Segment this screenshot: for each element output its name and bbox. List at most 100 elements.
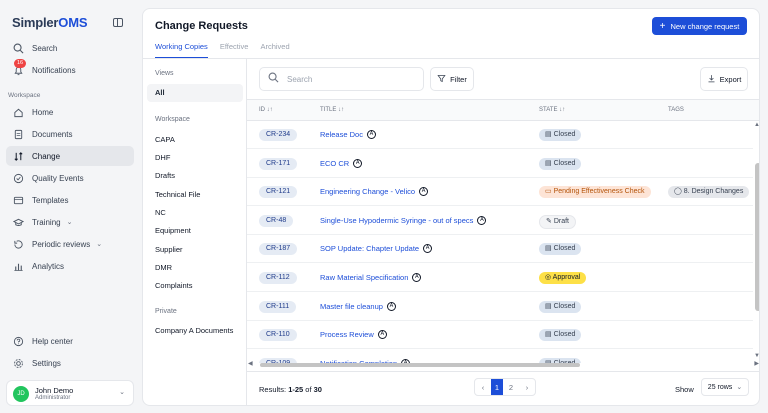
table-area: Search Filter Export ID ↓↑ TITLE ↓↑ STAT… [247, 59, 759, 405]
views-heading: Views [155, 70, 174, 77]
row-id-badge[interactable]: CR-121 [259, 186, 298, 199]
state-icon: ▤ [545, 159, 552, 167]
view-item-all[interactable]: All [147, 84, 243, 102]
scroll-up-arrow[interactable]: ▲ [754, 122, 759, 128]
sidebar-item-label: Documents [32, 129, 73, 139]
table-row[interactable]: CR-48 Single-Use Hypodermic Syringe - out… [247, 207, 753, 235]
page-1-button[interactable]: 1 [491, 379, 503, 395]
horizontal-scrollbar[interactable] [260, 363, 580, 367]
download-icon [707, 74, 716, 85]
sidebar-item-home[interactable]: Home [6, 102, 134, 122]
prev-page-icon[interactable]: ‹ [475, 379, 491, 395]
rows-per-page-select[interactable]: 25 rows ⌄ [701, 378, 749, 396]
page-2-button[interactable]: 2 [503, 379, 519, 395]
row-title-link[interactable]: Process Review A [320, 330, 387, 340]
search-input[interactable]: Search [259, 67, 424, 91]
sidebar-item-documents[interactable]: Documents [6, 124, 134, 144]
view-item[interactable]: DMR [155, 263, 172, 272]
sidebar-item-label: Search [32, 43, 58, 53]
column-header-tags[interactable]: TAGS [668, 107, 684, 113]
chevron-down-icon: ⌄ [119, 389, 125, 396]
row-title-link[interactable]: Single-Use Hypodermic Syringe - out of s… [320, 215, 487, 225]
scroll-down-arrow[interactable]: ▼ [754, 353, 759, 359]
table-row[interactable]: CR-171 ECO CR A ▤ Closed [247, 150, 753, 178]
logo[interactable]: SimplerOMS [12, 15, 88, 30]
row-title-link[interactable]: Release Doc A [320, 130, 376, 139]
sidebar-item-templates[interactable]: Templates [6, 190, 134, 210]
row-id-badge[interactable]: CR-187 [259, 243, 298, 256]
table-row[interactable]: CR-111 Master file cleanup A ▤ Closed [247, 293, 753, 321]
row-id-badge[interactable]: CR-112 [259, 272, 297, 284]
sidebar-item-analytics[interactable]: Analytics [6, 256, 134, 276]
sidebar-item-quality-events[interactable]: Quality Events [6, 168, 134, 188]
export-label: Export [719, 74, 742, 84]
next-page-icon[interactable]: › [519, 379, 535, 395]
table-row[interactable]: CR-112 Raw Material Specification A ◎ Appro… [247, 264, 753, 292]
row-title-link[interactable]: Engineering Change - Velico A [320, 187, 429, 197]
status-badge: ◎ Approval [539, 272, 587, 284]
status-badge: ▤ Closed [539, 300, 582, 313]
assignee-icon: A [423, 244, 433, 254]
view-item[interactable]: Complaints [155, 281, 193, 290]
vertical-scrollbar[interactable] [755, 163, 759, 311]
collapse-sidebar-icon[interactable] [113, 18, 123, 27]
bell-icon: 16 [12, 59, 27, 76]
view-item[interactable]: CAPA [155, 135, 175, 144]
view-item[interactable]: Supplier [155, 245, 183, 254]
row-title-link[interactable]: ECO CR A [320, 158, 363, 168]
table-header: ID ↓↑ TITLE ↓↑ STATE ↓↑ TAGS [247, 99, 759, 121]
rows-per-page-value: 25 rows [707, 383, 733, 391]
user-menu[interactable]: JD John Demo Administrator ⌄ [6, 380, 134, 406]
row-title-link[interactable]: SOP Update: Chapter Update A [320, 244, 433, 254]
sidebar-item-settings[interactable]: Settings [6, 353, 134, 373]
table-row[interactable]: CR-109Notification CompletionA▤ Closed [247, 350, 753, 363]
tab-working-copies[interactable]: Working Copies [155, 42, 208, 58]
sidebar-item-periodic-reviews[interactable]: Periodic reviews ⌄ [6, 234, 134, 254]
assignee-icon: A [366, 130, 376, 139]
assignee-icon: A [412, 273, 422, 282]
view-item[interactable]: Company A Documents [155, 326, 233, 335]
row-title-link[interactable]: Raw Material Specification A [320, 273, 422, 282]
row-id-badge[interactable]: CR-48 [259, 214, 294, 227]
table-row[interactable]: CR-234 Release Doc A ▤ Closed [247, 121, 753, 149]
column-header-id[interactable]: ID ↓↑ [259, 107, 273, 113]
pagination: ‹ 1 2 › [474, 378, 536, 396]
row-id-badge[interactable]: CR-111 [259, 300, 297, 313]
view-item[interactable]: DHF [155, 153, 170, 162]
template-icon [12, 194, 24, 206]
sidebar-item-help-center[interactable]: Help center [6, 331, 134, 351]
filter-button[interactable]: Filter [430, 67, 474, 91]
table-row[interactable]: CR-110 Process Review A ▤ Closed [247, 321, 753, 350]
new-change-request-button[interactable]: + New change request [652, 17, 747, 35]
column-header-title[interactable]: TITLE ↓↑ [320, 107, 344, 113]
export-button[interactable]: Export [700, 67, 748, 91]
row-title-link[interactable]: Master file cleanup A [320, 301, 396, 311]
sidebar-item-search[interactable]: Search [6, 38, 134, 58]
sidebar-item-label: Analytics [32, 261, 65, 271]
sidebar-item-notifications[interactable]: 16 Notifications [6, 59, 134, 80]
tab-effective[interactable]: Effective [220, 42, 249, 58]
table-row[interactable]: CR-187 SOP Update: Chapter Update A ▤ Close… [247, 235, 753, 264]
sidebar-item-training[interactable]: Training ⌄ [6, 212, 134, 232]
column-header-state[interactable]: STATE ↓↑ [539, 107, 565, 113]
view-item[interactable]: Drafts [155, 171, 175, 180]
filter-icon [437, 74, 446, 85]
tab-archived[interactable]: Archived [260, 42, 289, 58]
status-badge: ▤ Closed [539, 329, 582, 342]
assignee-icon: A [377, 330, 387, 340]
view-item[interactable]: Equipment [155, 226, 191, 235]
check-circle-icon [12, 172, 24, 184]
row-id-badge[interactable]: CR-110 [259, 329, 297, 342]
chart-icon [12, 260, 24, 272]
table-row[interactable]: CR-121 Engineering Change - Velico A ▭ Pend… [247, 178, 753, 207]
row-id-badge[interactable]: CR-171 [259, 157, 298, 170]
row-id-badge[interactable]: CR-234 [259, 129, 298, 141]
status-badge: ▤ Closed [539, 157, 582, 170]
view-item[interactable]: NC [155, 208, 166, 217]
scroll-left-arrow[interactable]: ◀ [248, 360, 253, 367]
sidebar-item-change[interactable]: Change [6, 146, 134, 166]
view-item[interactable]: Technical File [155, 190, 200, 199]
scroll-right-arrow[interactable]: ▶ [754, 360, 759, 367]
assignee-icon: A [386, 301, 396, 311]
state-icon: ▭ [545, 188, 552, 196]
